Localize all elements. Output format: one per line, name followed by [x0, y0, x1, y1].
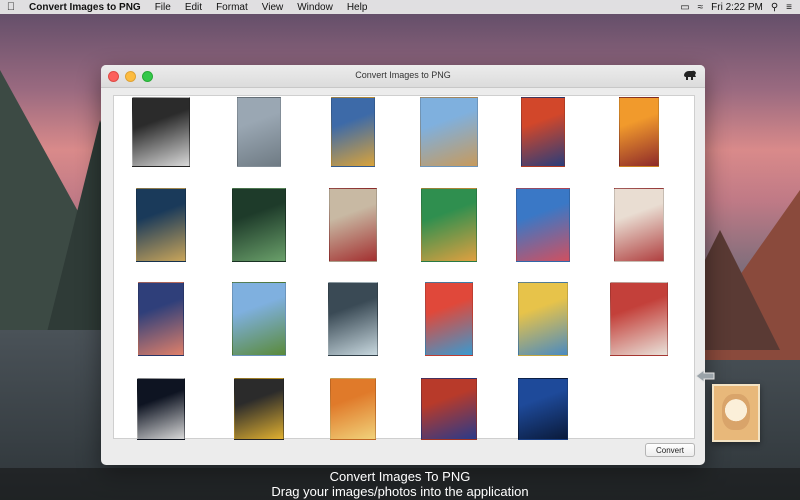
window-title: Convert Images to PNG [355, 70, 451, 80]
thumbnail-afro-color-portrait[interactable] [234, 378, 284, 440]
caption-title: Convert Images To PNG [329, 469, 471, 484]
thumbnail-woman-face-green[interactable] [232, 188, 286, 262]
clock[interactable]: Fri 2:22 PM [711, 2, 763, 13]
menu-format[interactable]: Format [209, 2, 255, 13]
menu-view[interactable]: View [255, 2, 291, 13]
thumbnail-rainbow-lion[interactable] [425, 282, 473, 356]
apple-icon[interactable]:  [0, 1, 22, 13]
menubar-status-area: ▭ ≈ Fri 2:22 PM ⚲ ≡ [680, 2, 800, 13]
thumbnail-rainbow-stairs[interactable] [421, 188, 477, 262]
thumbnail-lemon-city[interactable] [518, 282, 568, 356]
menu-help[interactable]: Help [340, 2, 375, 13]
promo-caption: Convert Images To PNG Drag your images/p… [0, 468, 800, 500]
menu-window[interactable]: Window [290, 2, 340, 13]
thumbnail-sunset-city-painting[interactable] [521, 97, 565, 167]
convert-button[interactable]: Convert [645, 443, 695, 457]
thumbnail-sailboat-blue[interactable] [518, 378, 568, 440]
thumbnail-waterfall-face[interactable] [328, 282, 378, 356]
thumbnail-forest-night[interactable] [136, 188, 186, 262]
cat-illustration [722, 394, 750, 430]
thumbnail-red-hair-portrait[interactable] [610, 282, 668, 356]
thumbnail-sailboat-painting[interactable] [619, 97, 659, 167]
thumbnail-colorful-ladder[interactable] [331, 97, 375, 167]
thumbnail-apple-sketch[interactable] [132, 97, 190, 167]
menu-file[interactable]: File [148, 2, 178, 13]
thumbnail-floating-rock[interactable] [237, 97, 281, 167]
dragged-image-card[interactable] [712, 384, 760, 442]
thumbnail-orange-hair-woman[interactable] [330, 378, 376, 440]
lion-icon [684, 70, 696, 80]
app-window: Convert Images to PNG Convert [101, 65, 705, 465]
search-icon[interactable]: ⚲ [771, 2, 778, 13]
caption-subtitle: Drag your images/photos into the applica… [271, 484, 529, 499]
thumbnail-face-galaxy[interactable] [138, 282, 184, 356]
menu-app-name[interactable]: Convert Images to PNG [22, 2, 148, 13]
menu-bar:  Convert Images to PNG File Edit Format… [0, 0, 800, 14]
thumbnail-dancer-painting[interactable] [421, 378, 477, 440]
list-icon[interactable]: ≡ [786, 2, 792, 13]
title-bar[interactable]: Convert Images to PNG [101, 65, 705, 88]
wifi-icon[interactable]: ≈ [698, 2, 704, 13]
menu-edit[interactable]: Edit [178, 2, 209, 13]
thumbnail-moon-landscape[interactable] [137, 378, 185, 440]
thumbnail-street-art-girl[interactable] [329, 188, 377, 262]
thumbnail-double-exposure-girl[interactable] [614, 188, 664, 262]
image-drop-area[interactable] [113, 95, 695, 440]
thumbnail-iceberg-cone[interactable] [420, 97, 478, 167]
airplay-icon[interactable]: ▭ [680, 2, 689, 13]
drag-arrow-icon [695, 369, 715, 383]
thumbnail-mermaid-stairs[interactable] [516, 188, 570, 262]
thumbnail-tree-heart[interactable] [232, 282, 286, 356]
